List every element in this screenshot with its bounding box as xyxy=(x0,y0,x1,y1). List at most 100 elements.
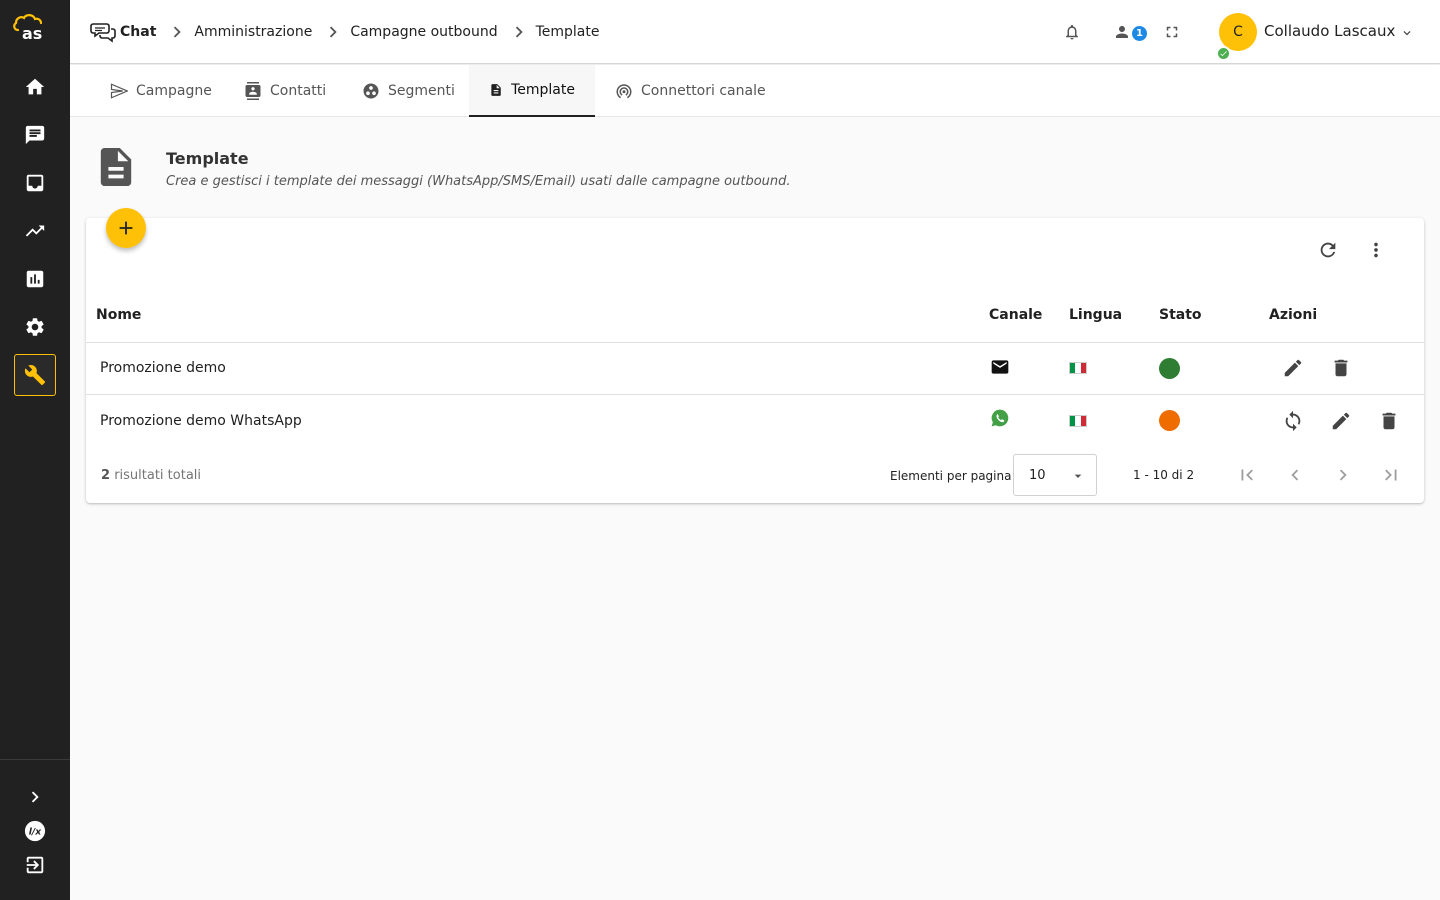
delete-button[interactable] xyxy=(1329,356,1353,380)
total-count: 2 xyxy=(101,468,111,483)
tab-contatti[interactable]: Contatti xyxy=(224,65,346,117)
column-canale[interactable]: Canale xyxy=(989,307,1042,323)
breadcrumb-amministrazione[interactable]: Amministrazione xyxy=(194,24,312,40)
next-page-button[interactable] xyxy=(1330,462,1356,488)
per-page-label: Elementi per pagina xyxy=(890,469,1012,483)
segments-icon xyxy=(363,83,379,99)
breadcrumb-chat-label: Chat xyxy=(120,24,157,40)
chevron-down-icon[interactable] xyxy=(1400,26,1414,40)
breadcrumb: Chat Amministrazione Campagne outbound T… xyxy=(90,0,600,64)
more-options-button[interactable] xyxy=(1362,238,1390,262)
table-row[interactable]: Promozione demo xyxy=(86,343,1424,395)
last-page-icon xyxy=(1385,469,1397,481)
total-results: 2 risultati totali xyxy=(101,468,201,483)
sidebar-item-inbox[interactable] xyxy=(14,162,56,204)
home-icon xyxy=(25,78,45,95)
tab-segmenti[interactable]: Segmenti xyxy=(342,65,475,117)
breadcrumb-campagne-outbound[interactable]: Campagne outbound xyxy=(350,24,497,40)
send-icon xyxy=(110,83,128,99)
online-users-badge: 1 xyxy=(1130,24,1149,43)
sidebar-item-trending[interactable] xyxy=(14,210,56,252)
notifications-button[interactable] xyxy=(1060,20,1084,44)
document-icon xyxy=(491,84,501,96)
email-icon xyxy=(991,360,1009,374)
trending-icon xyxy=(25,225,45,237)
app-logo[interactable]: as xyxy=(12,14,54,42)
page-subtitle: Crea e gestisci i template dei messaggi … xyxy=(166,174,791,189)
edit-button[interactable] xyxy=(1281,356,1305,380)
user-menu[interactable]: Collaudo Lascaux xyxy=(1264,22,1395,40)
edit-button[interactable] xyxy=(1329,409,1353,433)
bar-chart-icon xyxy=(26,270,44,288)
breadcrumb-template: Template xyxy=(535,24,600,40)
tab-campagne-label: Campagne xyxy=(136,83,212,99)
gear-icon xyxy=(26,318,44,336)
status-indicator xyxy=(1159,410,1180,431)
wrench-icon xyxy=(24,365,46,386)
contacts-icon xyxy=(245,82,261,100)
plus-icon xyxy=(119,221,133,235)
chat-bubbles-icon xyxy=(90,23,116,43)
column-lingua[interactable]: Lingua xyxy=(1069,307,1122,323)
previous-page-button[interactable] xyxy=(1282,462,1308,488)
per-page-select[interactable]: 10 xyxy=(1013,454,1097,496)
delete-icon xyxy=(1334,359,1348,377)
tab-bar: Campagne Contatti Segmenti Template Conn… xyxy=(70,65,1440,117)
last-page-button[interactable] xyxy=(1378,462,1404,488)
tab-segmenti-label: Segmenti xyxy=(388,83,455,99)
svg-text:l/x: l/x xyxy=(29,827,42,838)
tab-campagne[interactable]: Campagne xyxy=(90,65,232,117)
chevron-right-icon xyxy=(515,26,523,38)
lx-logo-icon: l/x xyxy=(24,820,46,842)
first-page-icon xyxy=(1241,469,1253,481)
row-name: Promozione demo xyxy=(100,360,226,376)
table-row[interactable]: Promozione demo WhatsApp xyxy=(86,395,1424,447)
sidebar-item-settings[interactable] xyxy=(14,306,56,348)
sidebar-logout-button[interactable] xyxy=(14,844,56,886)
column-stato[interactable]: Stato xyxy=(1159,307,1202,323)
inbox-icon xyxy=(26,174,44,192)
tab-template-label: Template xyxy=(511,82,575,98)
column-nome[interactable]: Nome xyxy=(96,307,141,323)
check-icon xyxy=(1220,51,1227,57)
sidebar-item-reports[interactable] xyxy=(14,258,56,300)
per-page-value: 10 xyxy=(1029,468,1046,483)
sidebar-divider xyxy=(0,759,70,760)
sidebar-item-admin[interactable] xyxy=(14,354,56,396)
tab-connettori-canale-label: Connettori canale xyxy=(641,83,766,99)
pagination-range: 1 - 10 di 2 xyxy=(1133,468,1195,482)
online-status-badge xyxy=(1216,46,1231,61)
document-icon xyxy=(100,148,132,186)
refresh-button[interactable] xyxy=(1314,238,1342,262)
whatsapp-icon xyxy=(991,409,1009,427)
add-template-button[interactable] xyxy=(106,208,146,248)
row-name: Promozione demo WhatsApp xyxy=(100,413,302,429)
topbar: Chat Amministrazione Campagne outbound T… xyxy=(70,0,1440,64)
edit-icon xyxy=(1332,412,1350,430)
flag-it-icon xyxy=(1069,362,1087,374)
chevron-left-icon xyxy=(1291,469,1299,481)
sidebar: as l/x xyxy=(0,0,70,900)
sync-icon xyxy=(1285,410,1301,432)
expand-chevron-icon xyxy=(31,791,39,803)
status-indicator xyxy=(1159,358,1180,379)
chevron-right-icon xyxy=(330,26,337,38)
logout-icon xyxy=(26,856,44,874)
breadcrumb-chat[interactable]: Chat xyxy=(90,21,156,43)
edit-icon xyxy=(1284,359,1302,377)
column-azioni: Azioni xyxy=(1269,307,1318,323)
tab-contatti-label: Contatti xyxy=(270,83,327,99)
page-title: Template xyxy=(166,149,249,168)
sync-button[interactable] xyxy=(1281,409,1305,433)
sidebar-item-chat[interactable] xyxy=(14,114,56,156)
delete-button[interactable] xyxy=(1377,409,1401,433)
fullscreen-button[interactable] xyxy=(1160,20,1184,44)
tab-template[interactable]: Template xyxy=(469,65,595,117)
tab-connettori-canale[interactable]: Connettori canale xyxy=(595,65,786,117)
chevron-right-icon xyxy=(1339,469,1347,481)
flag-it-icon xyxy=(1069,415,1087,427)
chevron-right-icon xyxy=(174,26,182,38)
first-page-button[interactable] xyxy=(1234,462,1260,488)
logo-text: as xyxy=(22,24,42,42)
sidebar-item-home[interactable] xyxy=(14,66,56,108)
